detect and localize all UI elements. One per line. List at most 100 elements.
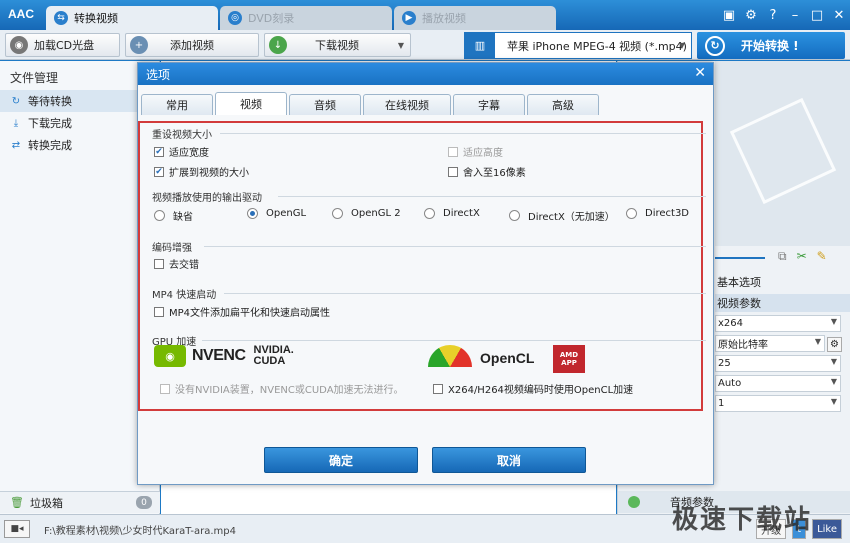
radio-dot — [332, 208, 343, 219]
phone-icon: ▥ — [465, 33, 495, 58]
fit-height-checkbox[interactable]: 适应高度 — [448, 144, 503, 159]
fps-select[interactable]: 25 ▼ — [715, 355, 841, 372]
tab-online-video[interactable]: 在线视频 — [363, 94, 451, 115]
add-video-button[interactable]: + 添加视频 — [125, 33, 259, 57]
chevron-down-icon: ▼ — [830, 357, 837, 366]
dialog-title: 选项 — [146, 67, 171, 82]
maximize-button[interactable]: □ — [806, 6, 828, 24]
group-resize: 重设视频大小 — [152, 130, 212, 141]
group-mp4: MP4 快速启动 — [152, 290, 217, 301]
tab-common[interactable]: 常用 — [141, 94, 213, 115]
sidebar-item-converted[interactable]: ⇄ 转换完成 — [0, 134, 159, 156]
round16-checkbox[interactable]: 舍入至16像素 — [448, 164, 526, 179]
checkbox-box — [154, 258, 164, 269]
film-icon — [729, 97, 837, 205]
nvidia-cuda-label: NVIDIA. CUDA — [254, 345, 294, 367]
convert-icon: ⇄ — [11, 139, 21, 151]
profile-select[interactable]: ▥ 苹果 iPhone MPEG-4 视频 (*.mp4) ▼ — [464, 32, 692, 59]
gear-icon[interactable]: ⚙ — [827, 337, 842, 352]
watermark: 极速下载站 — [672, 505, 813, 535]
file-manager-panel: 文件管理 ↻ 等待转换 ⤓ 下载完成 ⇄ 转换完成 — [0, 61, 160, 514]
help-button[interactable]: ? — [762, 6, 784, 24]
opencl-option-label: X264/H264视频编码时使用OpenCL加速 — [448, 385, 634, 396]
tab-convert-video[interactable]: ⇆ 转换视频 — [46, 6, 218, 30]
driver-directx-radio[interactable]: DirectX — [424, 208, 480, 219]
minimize-button[interactable]: – — [784, 6, 806, 24]
film-add-icon: + — [130, 36, 148, 54]
wand-icon[interactable]: ✎ — [817, 249, 827, 264]
driver-default-radio[interactable]: 缺省 — [154, 208, 193, 223]
driver-direct3d-radio[interactable]: Direct3D — [626, 208, 689, 219]
add-video-label: 添加视频 — [170, 39, 214, 52]
driver-opengl2-radio[interactable]: OpenGL 2 — [332, 208, 401, 219]
tab-audio[interactable]: 音频 — [289, 94, 361, 115]
fps-value: 25 — [718, 358, 731, 369]
toggle-panel-button[interactable]: ■◂ — [4, 520, 30, 538]
deinterlace-label: 去交错 — [169, 260, 199, 271]
bitrate-select[interactable]: 原始比特率 ▼ — [715, 335, 825, 352]
opencl-checkbox[interactable]: X264/H264视频编码时使用OpenCL加速 — [433, 381, 633, 396]
driver-opengl-radio[interactable]: OpenGL — [247, 208, 306, 219]
trash-count-badge: 0 — [136, 496, 152, 509]
video-params-label[interactable]: 视频参数 — [715, 294, 850, 312]
tab-label: 播放视频 — [422, 12, 466, 25]
checkbox-box — [448, 146, 458, 157]
audio-icon — [628, 496, 640, 508]
radio-dot — [424, 208, 435, 219]
trash-item[interactable]: 🗑 垃圾箱 0 — [0, 491, 160, 513]
chevron-down-icon: ▼ — [830, 317, 837, 326]
download-video-button[interactable]: ↓ 下载视频 ▼ — [264, 33, 411, 57]
mp4-faststart-checkbox[interactable]: MP4文件添加扁平化和快速启动属性 — [154, 304, 330, 319]
facebook-like-button[interactable]: Like — [812, 519, 842, 539]
ok-button[interactable]: 确定 — [264, 447, 418, 473]
codec-value: x264 — [718, 318, 744, 329]
tab-advanced[interactable]: 高级 — [527, 94, 599, 115]
driver-label: DirectX — [443, 208, 480, 219]
dialog-close-button[interactable]: ✕ — [694, 65, 706, 81]
aspect-select[interactable]: Auto ▼ — [715, 375, 841, 392]
volume-slider[interactable] — [715, 257, 765, 259]
tab-play-video[interactable]: ▶ 播放视频 — [394, 6, 556, 30]
nvidia-note-label: 没有NVIDIA装置，NVENC或CUDA加速无法进行。 — [175, 385, 404, 396]
basic-options-label[interactable]: 基本选项 — [715, 273, 850, 291]
settings-icon[interactable]: ⚙ — [740, 6, 762, 24]
refresh-icon: ↻ — [11, 95, 21, 107]
monitor-icon[interactable]: ▣ — [718, 6, 740, 24]
nvidia-checkbox[interactable]: 没有NVIDIA装置，NVENC或CUDA加速无法进行。 — [160, 381, 404, 396]
tab-dvd-burn[interactable]: ◎ DVD刻录 — [220, 6, 392, 30]
start-convert-button[interactable]: ↻ 开始转换 ! — [697, 32, 845, 59]
driver-label: Direct3D — [645, 208, 690, 219]
close-button[interactable]: ✕ — [828, 6, 850, 24]
download-video-label: 下载视频 — [315, 39, 359, 52]
checkbox-box — [448, 166, 458, 177]
cancel-button[interactable]: 取消 — [432, 447, 586, 473]
driver-label: DirectX（无加速） — [528, 212, 615, 223]
sidebar-item-label: 下载完成 — [28, 117, 72, 130]
scissors-icon[interactable]: ✂ — [797, 249, 807, 264]
sidebar-item-pending[interactable]: ↻ 等待转换 — [0, 90, 159, 112]
codec-select[interactable]: x264 ▼ — [715, 315, 841, 332]
fit-width-checkbox[interactable]: ✔ 适应宽度 — [154, 144, 209, 159]
cuda-text: CUDA — [253, 355, 286, 367]
start-label: 开始转换 ! — [741, 39, 799, 53]
convert-icon: ⇆ — [54, 11, 68, 25]
trash-label: 垃圾箱 — [29, 496, 63, 510]
sidebar-item-downloaded[interactable]: ⤓ 下载完成 — [0, 112, 159, 134]
load-cd-button[interactable]: ◉ 加载CD光盘 — [5, 33, 120, 57]
tab-video[interactable]: 视频 — [215, 92, 287, 115]
expand-checkbox[interactable]: ✔ 扩展到视频的大小 — [154, 164, 249, 179]
mp4-option-label: MP4文件添加扁平化和快速启动属性 — [169, 308, 331, 319]
fit-height-label: 适应高度 — [463, 148, 503, 159]
amd-app-logo: AMD APP — [553, 345, 585, 373]
tab-label: DVD刻录 — [248, 12, 295, 25]
copy-icon[interactable]: ⧉ — [778, 249, 787, 264]
check-icon: ✔ — [154, 166, 164, 177]
deinterlace-checkbox[interactable]: 去交错 — [154, 256, 199, 271]
radio-dot — [626, 208, 637, 219]
panel-title: 文件管理 — [10, 71, 59, 85]
passes-select[interactable]: 1 ▼ — [715, 395, 841, 412]
group-driver: 视频播放使用的输出驱动 — [152, 193, 262, 204]
driver-label: OpenGL 2 — [351, 208, 401, 219]
tab-subtitle[interactable]: 字幕 — [453, 94, 525, 115]
driver-directx-noaccel-radio[interactable]: DirectX（无加速） — [509, 208, 615, 223]
